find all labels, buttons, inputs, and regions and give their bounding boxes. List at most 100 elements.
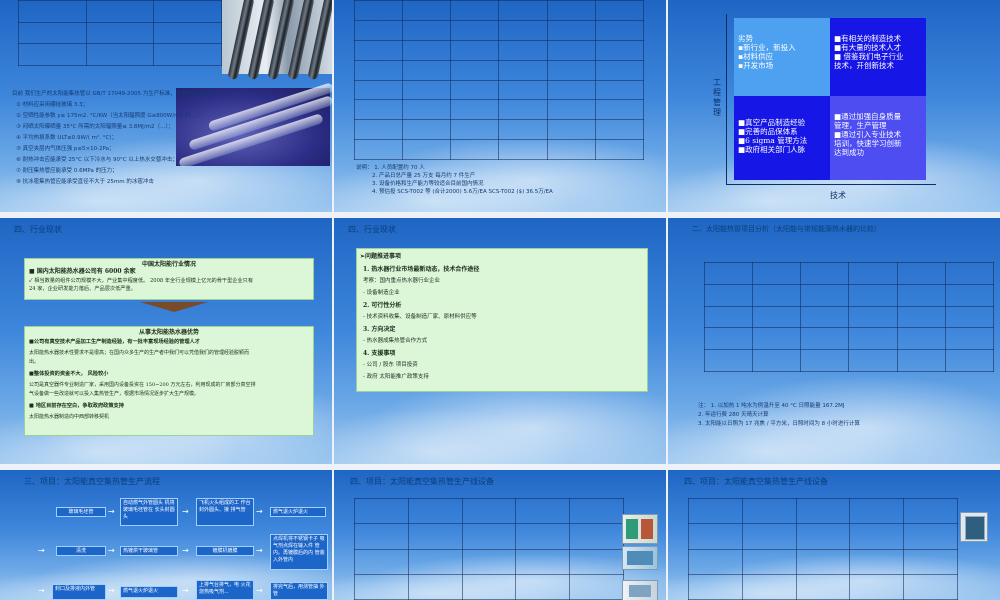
- flow-step: 清洗: [56, 546, 106, 556]
- y-axis-line: [726, 14, 727, 184]
- swot-line: ■ 借鉴我们电子行业: [834, 52, 904, 61]
- swot-experience-text: ■真空产品制造经验 ■完善的品保体系 ■6 sigma 管理方法 ■政府相关部门…: [738, 118, 807, 154]
- comparison-table: [703, 262, 995, 372]
- swot-line: ▪新行业，新投入: [738, 43, 796, 52]
- slide-2-thumbnail[interactable]: 说明： 1. 人员配置约 70 人 2. 产品日总产量 25 万支 每月约 7 …: [334, 0, 666, 212]
- flow-step: 封口及排液内外管: [52, 584, 106, 600]
- flow-step: 燃气退火炉退火: [120, 586, 178, 598]
- action-items-box: ➢问题推进事项 1. 热水器行业市场最新动态，技术合作途径 考察：国内重点热水器…: [356, 248, 648, 392]
- slide-1-table: [18, 0, 222, 66]
- swot-line: ■有相关的制造技术: [834, 34, 902, 43]
- flow-step: 镀膜机镀膜: [196, 546, 254, 556]
- slide-title: 四、行业现状: [14, 225, 62, 234]
- slide-title: 三、项目：太阳能真空集热管生产流程: [24, 477, 160, 486]
- swot-line: ▪材料供应: [738, 52, 774, 61]
- spec-item: ② 空晒性能参数 y≥ 175m2. °C/KW（当太阳辐照度 G≥800W/m…: [16, 113, 204, 119]
- box-line: 太阳能热水器技术性要求不是很高；在国内众多生产的生产者中我们可以凭借我们的管理经…: [29, 350, 250, 356]
- swot-strategy-text: ■通过加强自身质量 管理，生产管理 ■通过引入专业技术 培训，快速学习创新 达到…: [834, 112, 902, 157]
- advantage-box: 从事太阳能热水器优势 ■公司有真空技术产品加工生产制造经验，有一批丰富现场经验的…: [24, 326, 314, 436]
- action-line: - 设备制造企业: [363, 290, 400, 296]
- slide-4-thumbnail[interactable]: 四、行业现状 中国太阳能行业情况 ■ 国内太阳能热水器公司有 6000 余家 ✓…: [0, 218, 332, 464]
- arrow-icon: →: [108, 546, 115, 555]
- action-line: 2. 可行性分析: [363, 302, 402, 309]
- slide-3-thumbnail[interactable]: 劣势 ▪新行业，新投入 ▪材料供应 ▪开发市场 ■有相关的制造技术 ■有大量的技…: [668, 0, 1000, 212]
- slide-5-thumbnail[interactable]: 四、行业现状 ➢问题推进事项 1. 热水器行业市场最新动态，技术合作途径 考察：…: [334, 218, 666, 464]
- arrow-icon: →: [256, 546, 263, 555]
- slide-2-table: [353, 0, 645, 160]
- action-line: 3. 方向决定: [363, 326, 396, 333]
- flow-step: 热镀烘干玻璃管: [120, 546, 178, 556]
- equipment-photo: [622, 546, 658, 570]
- spec-item: ⑥ 耐热冲击应能承受 25°C 以下冷水与 90°C 以上热水交替冲击；: [16, 157, 178, 163]
- spec-item: ④ 平均热损系数 ULT≤0.9W/( m². °C)；: [16, 135, 117, 141]
- equipment-photo: [622, 580, 658, 600]
- x-axis-label: 技术: [830, 191, 846, 200]
- swot-line: ■完善的品保体系: [738, 127, 798, 136]
- flow-step: 排完气后，用测管抽 外管: [270, 582, 328, 600]
- box-line: ■公司有真空技术产品加工生产制造经验，有一批丰富现场经验的管理人才: [29, 339, 200, 345]
- slide-9-thumbnail[interactable]: 四、项目：太阳能真空集热管生产线设备: [668, 470, 1000, 600]
- comparison-notes: 注： 1. 以加热 1 吨水为例温升至 40 °C 日照能量 167.2MJ 2…: [698, 402, 860, 429]
- arrow-icon: →: [182, 546, 189, 555]
- industry-status-box: 中国太阳能行业情况 ■ 国内太阳能热水器公司有 6000 余家 ✓ 相当数量的组…: [24, 258, 314, 300]
- swot-strength-text: ■有相关的制造技术 ■有大量的技术人才 ■ 借鉴我们电子行业 技术，开创新技术: [834, 34, 903, 70]
- flow-step: 燃气退火炉退火: [270, 507, 326, 517]
- spec-item: ③ 闷晒太阳曝晒量 35°C 所需的太阳辐照量≤ 3.8MJ/m2（…）；: [16, 124, 174, 130]
- spec-item: ① 材料应采用硼硅玻璃 3.3；: [16, 102, 89, 108]
- action-line: 1. 热水器行业市场最新动态，技术合作途径: [363, 266, 480, 273]
- spec-item: ⑤ 真空夹层内气体压强 p≤5×10-2Pa；: [16, 146, 115, 152]
- swot-line: 培训，快速学习创新: [834, 139, 902, 148]
- box-line: 出。: [29, 359, 40, 365]
- slide-1-thumbnail[interactable]: 目前 我们生产的太阳能集热管以 GB/T 17049-2005 为生产标准，主要…: [0, 0, 332, 212]
- equipment-table: [688, 497, 958, 600]
- flow-step: 玻璃毛坯管: [56, 507, 106, 517]
- swot-line: ▪开发市场: [738, 61, 774, 70]
- flow-step: 点焊机将不锈钢卡子 吸气剂点焊在输入件 管内。再镀膜后的内 管装入外管内: [270, 534, 328, 570]
- note-line: 2. 年运行费 280 天晴天计算: [698, 412, 769, 418]
- note-line: 3. 设备价格和生产能力等较适合目前国内情况: [372, 181, 484, 187]
- slide-title: 四、行业现状: [348, 225, 396, 234]
- slide-8-thumbnail[interactable]: 四、项目：太阳能真空集热管生产线设备: [334, 470, 666, 600]
- note-line: 3. 太阳能以日照为 17 兆焦 / 平方米，日照时间为 8 小时进行计算: [698, 421, 860, 427]
- arrow-icon: →: [256, 586, 263, 595]
- spec-item: ⑧ 抗冰雹集热管应能承受直径不大于 25mm 的冰雹冲击: [16, 179, 154, 185]
- flow-step: 飞机火头组成的工 作台封外圆头、接 排气管: [196, 498, 254, 526]
- slide-6-thumbnail[interactable]: 二、太阳能热管项目分析（太阳能与常规能源热水器的比较） 注： 1. 以加热 1 …: [668, 218, 1000, 464]
- swot-line: ■政府相关部门人脉: [738, 145, 806, 154]
- arrow-icon: →: [108, 586, 115, 595]
- slide-7-thumbnail[interactable]: 三、项目：太阳能真空集热管生产流程 玻璃毛坯管 → 自动燃气外管圆头 机将玻璃毛…: [0, 470, 332, 600]
- box-line: 太阳能热水器制造向中西部转移契机: [29, 414, 110, 420]
- swot-line: 达到成功: [834, 148, 864, 157]
- spec-item: ⑦ 耐压集热管应能承受 0.6MPa 的压力；: [16, 168, 118, 174]
- arrow-icon: →: [256, 507, 263, 516]
- equipment-photo: [622, 514, 658, 544]
- swot-line: ■通过加强自身质量: [834, 112, 902, 121]
- swot-line: 技术，开创新技术: [834, 61, 894, 70]
- note-line: 4. 预估投 SCS-T002 等 (合计2000) 5.6万/EA SCS-T…: [372, 189, 553, 195]
- vacuum-tube-photo: [222, 0, 332, 81]
- y-axis-label: 工程管理: [713, 78, 721, 117]
- note-line: 2. 产品日总产量 25 万支 每月约 7 件生产: [372, 173, 476, 179]
- note-line: 说明： 1. 人员配置约 70 人: [356, 165, 425, 171]
- box-line: ■ 地区目前存在空白，争取政府政策支持: [29, 403, 124, 409]
- action-line: - 技术资料收集、设备制造厂家、原材料供应等: [363, 314, 477, 320]
- box-header: ➢问题推进事项: [360, 253, 402, 260]
- flow-step: 上排气台排气，电 火花烧热吸气剂...: [196, 580, 254, 600]
- spec-list: ① 材料应采用硼硅玻璃 3.3； ② 空晒性能参数 y≥ 175m2. °C/K…: [16, 100, 204, 188]
- swot-weakness-text: 劣势 ▪新行业，新投入 ▪材料供应 ▪开发市场: [738, 34, 796, 70]
- equipment-photo: [960, 512, 988, 542]
- arrow-icon: →: [182, 507, 189, 516]
- action-line: - 热水器成集热管合作方式: [363, 338, 428, 344]
- flow-step: 自动燃气外管圆头 机将玻璃毛坯管在 长头封圆头: [120, 498, 178, 526]
- arrow-icon: →: [38, 546, 45, 555]
- action-line: 4. 支援事项: [363, 350, 396, 357]
- swot-line: 劣势: [738, 34, 753, 43]
- arrow-icon: →: [182, 586, 189, 595]
- spec-intro: 目前 我们生产的太阳能集热管以 GB/T 17049-2005 为生产标准，主要…: [12, 91, 226, 97]
- arrow-icon: →: [108, 507, 115, 516]
- x-axis-line: [726, 184, 936, 185]
- swot-line: ■通过引入专业技术: [834, 130, 902, 139]
- action-line: - 公司 / 股东 项目投资: [363, 362, 418, 368]
- box-line: 气设备做一些改造就可以投入集热管生产，根据市场情况逐步扩大生产规模。: [29, 391, 200, 397]
- slide-title: 四、项目：太阳能真空集热管生产线设备: [684, 477, 828, 486]
